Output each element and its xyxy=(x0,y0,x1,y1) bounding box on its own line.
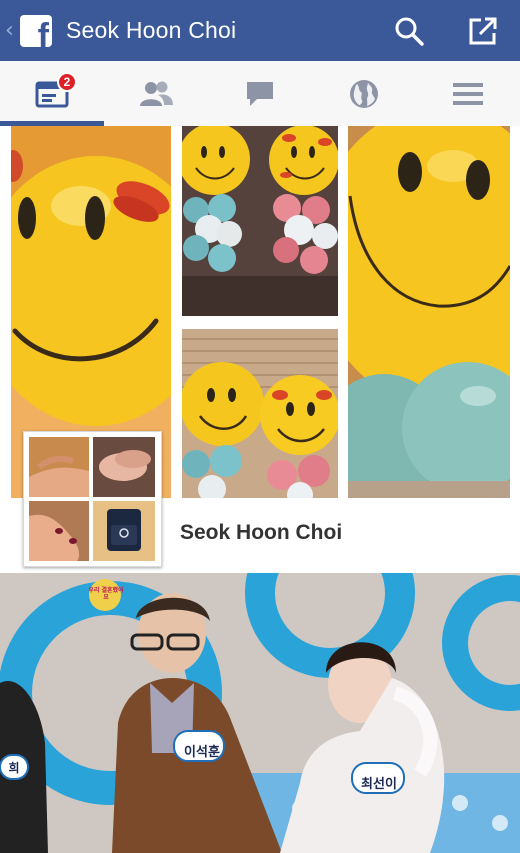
profile-picture-cell xyxy=(93,437,155,497)
post-photo[interactable]: 이석훈 최선이 희 우리 결혼했어요 xyxy=(0,573,520,853)
back-chevron-icon[interactable]: ‹ xyxy=(5,0,15,61)
balloon-figures-image xyxy=(182,329,338,498)
tab-notifications[interactable] xyxy=(312,61,416,126)
ring-box-image xyxy=(93,501,155,561)
profile-picture[interactable] xyxy=(23,431,162,567)
name-tag-edge: 희 xyxy=(8,761,20,775)
name-tag-man: 이석훈 xyxy=(184,745,220,760)
hand-nails-image xyxy=(29,501,89,561)
photo-tile-middle-bottom[interactable] xyxy=(182,329,338,498)
tv-show-image xyxy=(0,573,520,853)
tab-bar: 2 xyxy=(0,61,520,127)
globe-icon xyxy=(350,79,378,108)
tab-news-feed[interactable]: 2 xyxy=(0,61,104,126)
search-icon xyxy=(395,17,424,46)
name-tag-woman: 최선이 xyxy=(361,777,397,792)
tab-friends[interactable] xyxy=(104,61,208,126)
photo-tile-right[interactable] xyxy=(348,126,510,498)
page-title: Seok Hoon Choi xyxy=(66,17,237,43)
profile-picture-cell xyxy=(29,501,89,561)
notification-badge: 2 xyxy=(57,72,77,92)
photo-tile-middle-top[interactable] xyxy=(182,126,338,316)
chat-bubble-icon xyxy=(247,81,273,106)
smiley-balloon-image xyxy=(348,126,510,498)
app-bar-actions xyxy=(372,0,520,61)
profile-picture-cell xyxy=(29,437,89,497)
tab-messages[interactable] xyxy=(208,61,312,126)
app-bar: ‹ f Seok Hoon Choi xyxy=(0,0,520,61)
facebook-logo-glyph: f xyxy=(37,16,49,47)
profile-picture-cell xyxy=(93,501,155,561)
search-button[interactable] xyxy=(372,0,446,61)
show-logo: 우리 결혼했어요 xyxy=(88,587,124,601)
hand-ring-image xyxy=(29,437,89,497)
facebook-logo-icon[interactable]: f xyxy=(20,14,52,47)
share-external-icon xyxy=(469,17,497,44)
balloon-figures-image xyxy=(182,126,338,316)
hamburger-menu-icon xyxy=(453,82,483,105)
friends-icon xyxy=(140,81,173,106)
tab-menu[interactable] xyxy=(416,61,520,126)
hands-image xyxy=(93,437,155,497)
share-button[interactable] xyxy=(446,0,520,61)
profile-name[interactable]: Seok Hoon Choi xyxy=(180,521,342,545)
